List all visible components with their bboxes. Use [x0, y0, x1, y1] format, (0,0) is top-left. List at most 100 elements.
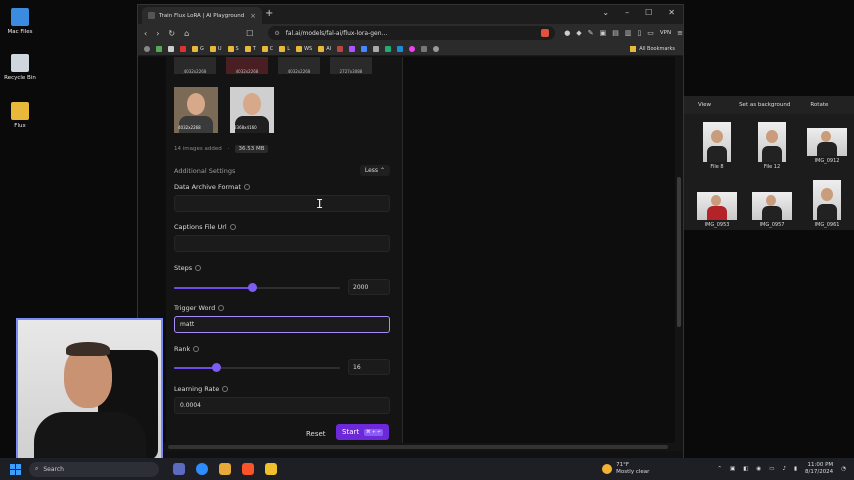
bookmark-icon[interactable]: ☐ — [246, 29, 253, 38]
extension-icon[interactable]: ✎ — [588, 29, 594, 37]
uploaded-image[interactable]: 4032x2268 — [226, 57, 268, 74]
start-button[interactable]: Start ⌘ + ↵ — [336, 424, 390, 440]
site-info-icon[interactable]: ⚙ — [274, 30, 279, 37]
bookmark-item[interactable] — [397, 45, 404, 52]
info-icon[interactable] — [195, 265, 202, 271]
bookmark-item[interactable] — [168, 45, 174, 52]
info-icon[interactable] — [193, 346, 200, 352]
maximize-icon[interactable]: ☐ — [645, 8, 652, 17]
uploaded-image[interactable]: 4032x2268 — [174, 87, 218, 133]
extension-icon[interactable]: ▥ — [625, 29, 632, 37]
info-icon[interactable] — [229, 224, 236, 230]
bookmark-item[interactable] — [180, 45, 186, 52]
steps-slider[interactable] — [174, 283, 340, 293]
bookmark-item[interactable] — [156, 45, 162, 52]
less-button[interactable]: Less ⌃ — [359, 165, 390, 176]
task-view-icon[interactable] — [173, 463, 185, 475]
file-thumb[interactable]: IMG_0961 — [807, 180, 847, 228]
bookmark-item[interactable] — [409, 45, 416, 52]
reset-button[interactable]: Reset — [300, 427, 332, 441]
brave-icon[interactable] — [242, 463, 254, 475]
volume-icon[interactable]: ♪ — [782, 466, 786, 472]
clock[interactable]: 11:00 PM 8/17/2024 — [805, 462, 833, 476]
bookmark-folder[interactable]: U — [209, 45, 222, 52]
bookmark-folder[interactable]: AI — [318, 45, 331, 52]
brave-shield-icon[interactable] — [541, 29, 550, 37]
taskbar-search[interactable]: ⌕ Search — [29, 461, 159, 477]
trigger-word-input[interactable]: matt — [174, 316, 390, 333]
back-icon[interactable]: ‹ — [144, 29, 147, 38]
close-window-icon[interactable]: ✕ — [668, 8, 675, 17]
rank-slider[interactable] — [174, 363, 340, 373]
file-thumb[interactable]: IMG_0912 — [807, 128, 847, 164]
close-tab-icon[interactable]: × — [250, 12, 256, 20]
view-menu[interactable]: View — [698, 102, 711, 108]
tray-app-icon[interactable]: ◉ — [756, 466, 761, 472]
rotate-button[interactable]: Rotate — [810, 102, 828, 108]
uploaded-image[interactable]: 2727x3088 — [330, 57, 372, 74]
info-icon[interactable] — [222, 386, 229, 392]
slider-handle[interactable] — [211, 363, 221, 372]
file-thumb[interactable]: File 12 — [752, 122, 792, 170]
learning-rate-input[interactable]: 0.0004 — [174, 397, 390, 414]
zoom-icon[interactable] — [196, 463, 208, 475]
uploaded-image[interactable]: 4032x2268 — [278, 57, 320, 74]
forward-icon[interactable]: › — [156, 29, 159, 38]
info-icon[interactable] — [218, 305, 225, 311]
sidebar-icon[interactable]: ▯ — [637, 29, 641, 37]
bookmark-item[interactable] — [385, 45, 392, 52]
network-icon[interactable]: ▭ — [769, 466, 774, 472]
bookmark-item[interactable] — [349, 45, 356, 52]
scrollbar-thumb[interactable] — [168, 445, 668, 449]
horizontal-scrollbar[interactable] — [138, 443, 683, 451]
file-thumb[interactable]: IMG_0957 — [752, 192, 792, 228]
uploaded-image[interactable]: 4032x2268 — [174, 57, 216, 74]
steps-input[interactable]: 2000 — [348, 279, 390, 295]
all-bookmarks-button[interactable]: All Bookmarks — [630, 45, 675, 52]
desktop-icon-flux[interactable]: Flux — [0, 102, 40, 129]
wallet-icon[interactable]: ▭ — [647, 29, 654, 37]
bookmark-folder[interactable]: C — [261, 45, 273, 52]
browser-tab[interactable]: Train Flux LoRA | AI Playground × — [142, 7, 262, 24]
set-background-button[interactable]: Set as background — [739, 102, 790, 108]
battery-icon[interactable]: ▮ — [794, 466, 797, 472]
captions-url-input[interactable] — [174, 235, 390, 252]
bookmark-item[interactable] — [433, 45, 440, 52]
slider-handle[interactable] — [248, 283, 258, 292]
bookmark-folder[interactable]: T — [244, 45, 256, 52]
bookmark-item[interactable] — [421, 45, 428, 52]
chevron-down-icon[interactable]: ⌄ — [602, 8, 609, 17]
bookmark-item[interactable] — [373, 45, 380, 52]
info-icon[interactable] — [243, 184, 250, 190]
menu-icon[interactable]: ≡ — [677, 29, 683, 37]
tray-app-icon[interactable]: ▣ — [730, 466, 735, 472]
extension-icon[interactable]: ▤ — [612, 29, 619, 37]
chevron-up-icon[interactable]: ⌃ — [717, 466, 722, 472]
weather-widget[interactable]: 71°F Mostly clear — [602, 462, 649, 476]
tray-app-icon[interactable]: ◧ — [743, 466, 748, 472]
scrollbar-thumb[interactable] — [677, 177, 681, 327]
home-icon[interactable]: ⌂ — [184, 29, 189, 38]
extension-icon[interactable]: ▣ — [600, 29, 607, 37]
bookmark-folder[interactable]: WS — [296, 45, 312, 52]
file-explorer-icon[interactable] — [265, 463, 277, 475]
minimize-icon[interactable]: – — [625, 8, 629, 17]
bookmark-folder[interactable]: L — [279, 45, 290, 52]
reload-icon[interactable]: ↻ — [168, 29, 175, 38]
desktop-icon-mac-files[interactable]: Mac Files — [0, 8, 40, 35]
file-thumb[interactable]: File 8 — [697, 122, 737, 170]
rank-input[interactable]: 16 — [348, 359, 390, 375]
address-bar[interactable]: ⚙ fal.ai/models/fal-ai/flux-lora-gen... — [268, 26, 556, 40]
bookmark-item[interactable] — [144, 45, 150, 52]
archive-format-input[interactable] — [174, 195, 390, 212]
new-tab-icon[interactable]: + — [265, 8, 273, 19]
bookmark-item[interactable] — [337, 45, 344, 52]
bookmark-item[interactable] — [361, 45, 368, 52]
extension-icon[interactable]: ● — [564, 29, 570, 37]
chatgpt-icon[interactable] — [219, 463, 231, 475]
desktop-icon-recycle-bin[interactable]: Recycle Bin — [0, 54, 40, 81]
extension-icon[interactable]: ◆ — [576, 29, 581, 37]
uploaded-image[interactable]: 2368x4160 — [230, 87, 274, 133]
vertical-scrollbar[interactable] — [675, 57, 683, 447]
bookmark-folder[interactable]: G — [192, 45, 204, 52]
